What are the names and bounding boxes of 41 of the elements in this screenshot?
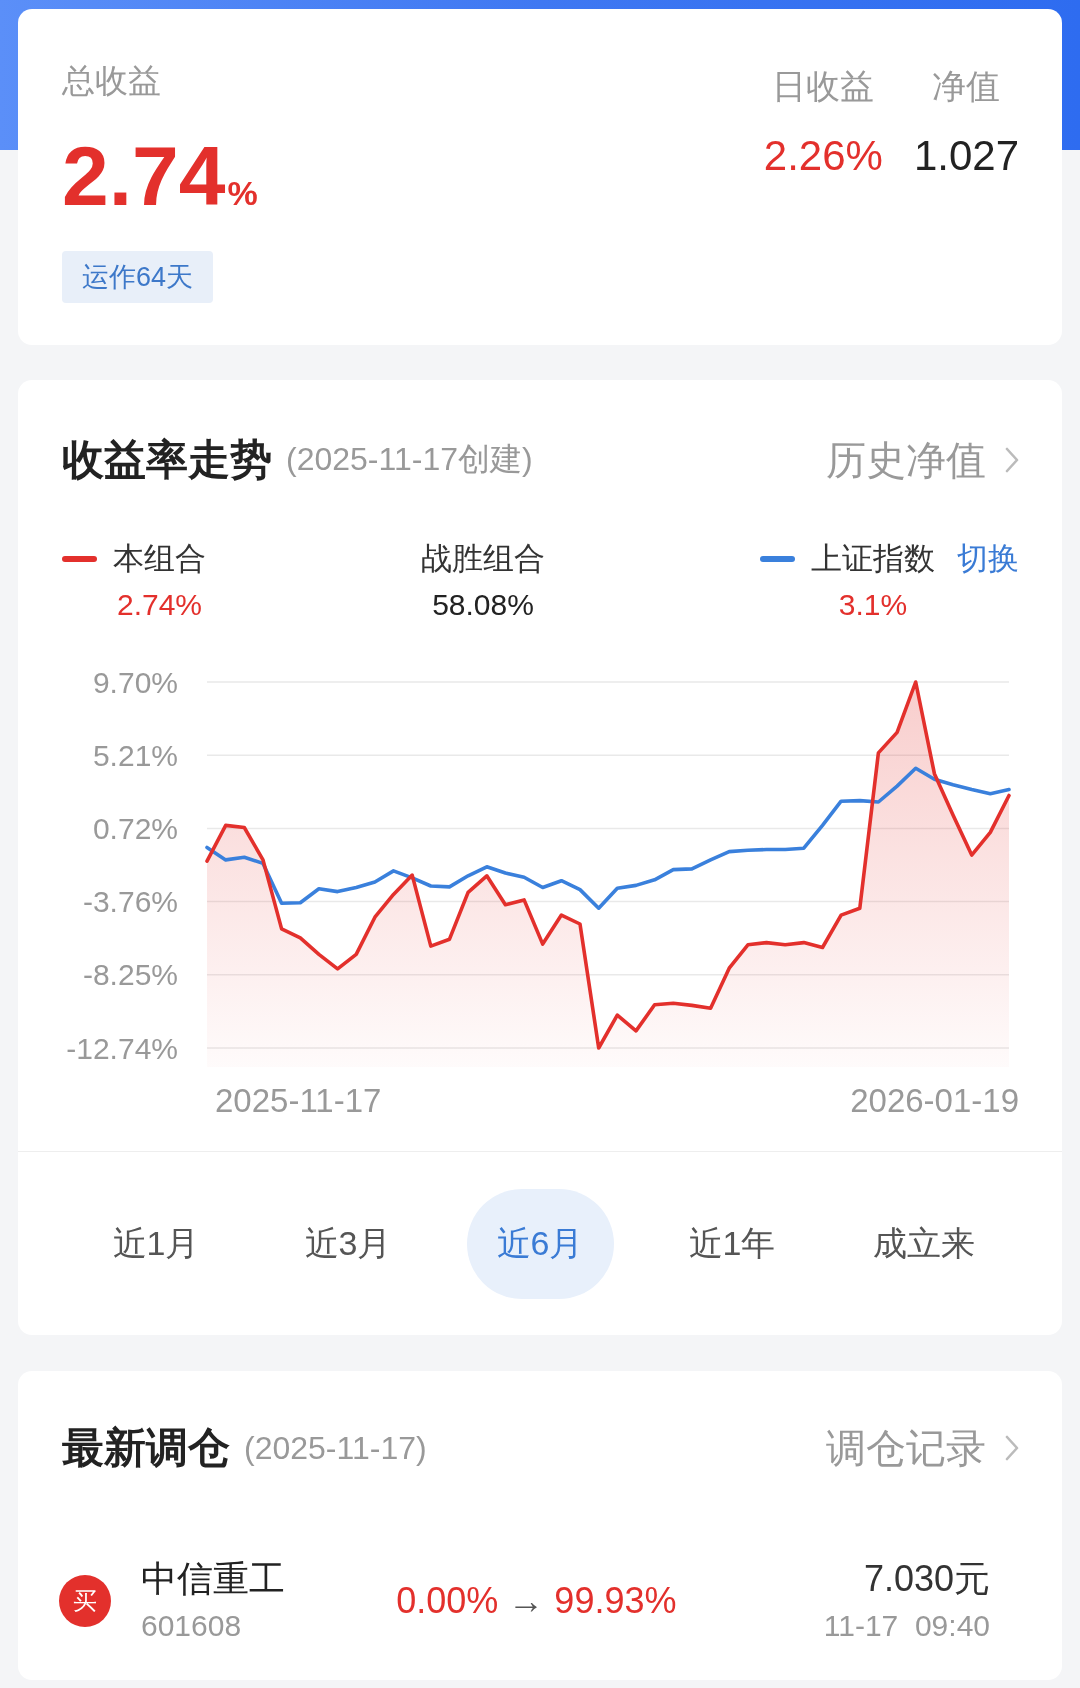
period-tab[interactable]: 近6月 (466, 1189, 614, 1299)
chevron-right-icon (1005, 447, 1019, 473)
arrow-icon: → (508, 1580, 545, 1622)
legend-label: 战胜组合 (421, 540, 545, 578)
buy-badge: 买 (59, 1575, 111, 1627)
y-axis-label: 5.21% (92, 738, 178, 772)
trade-price: 7.030元 (863, 1557, 990, 1601)
legend-label: 本组合 (113, 540, 206, 578)
stock-code: 601608 (141, 1608, 243, 1644)
y-axis-label: -8.25% (82, 958, 178, 992)
total-return-value: 2.74% (62, 134, 258, 225)
y-axis-label: 9.70% (92, 665, 178, 699)
x-axis-label: 2026-01-19 (850, 1081, 1019, 1119)
stat-label: 日收益 (772, 66, 875, 106)
y-axis-label: -12.74% (66, 1031, 178, 1065)
legend-value: 58.08% (432, 587, 534, 623)
legend-label: 上证指数 (811, 540, 935, 578)
stat-value: 2.26% (763, 132, 883, 180)
y-axis-label: -3.76% (82, 885, 178, 919)
running-days-tag: 运作64天 (62, 251, 214, 303)
section-title: 收益率走势 (62, 435, 272, 485)
section-note: (2025-11-17) (244, 1429, 427, 1467)
section-title: 最新调仓 (62, 1423, 230, 1473)
period-tab[interactable]: 近1月 (82, 1189, 230, 1299)
x-axis-label: 2025-11-17 (215, 1081, 382, 1119)
legend-value: 2.74% (116, 587, 203, 623)
stat-value: 1.027 (913, 132, 1019, 180)
section-note: (2025-11-17创建) (286, 440, 533, 479)
period-tab[interactable]: 近3月 (274, 1189, 422, 1299)
stock-name: 中信重工 (141, 1557, 285, 1601)
weight-before: 0.00% (396, 1580, 499, 1622)
weight-after: 99.93% (554, 1580, 677, 1622)
period-tab[interactable]: 成立来 (850, 1189, 998, 1299)
y-axis-label: 0.72% (92, 811, 178, 845)
total-return-label: 总收益 (62, 61, 162, 101)
legend-value: 3.1% (838, 587, 908, 623)
stat-label: 净值 (932, 66, 1001, 106)
chevron-right-icon (1005, 1435, 1019, 1461)
period-tab[interactable]: 近1年 (658, 1189, 806, 1299)
trade-time: 11-17 09:40 (823, 1608, 990, 1644)
switch-link[interactable]: 切换 (957, 539, 1019, 579)
